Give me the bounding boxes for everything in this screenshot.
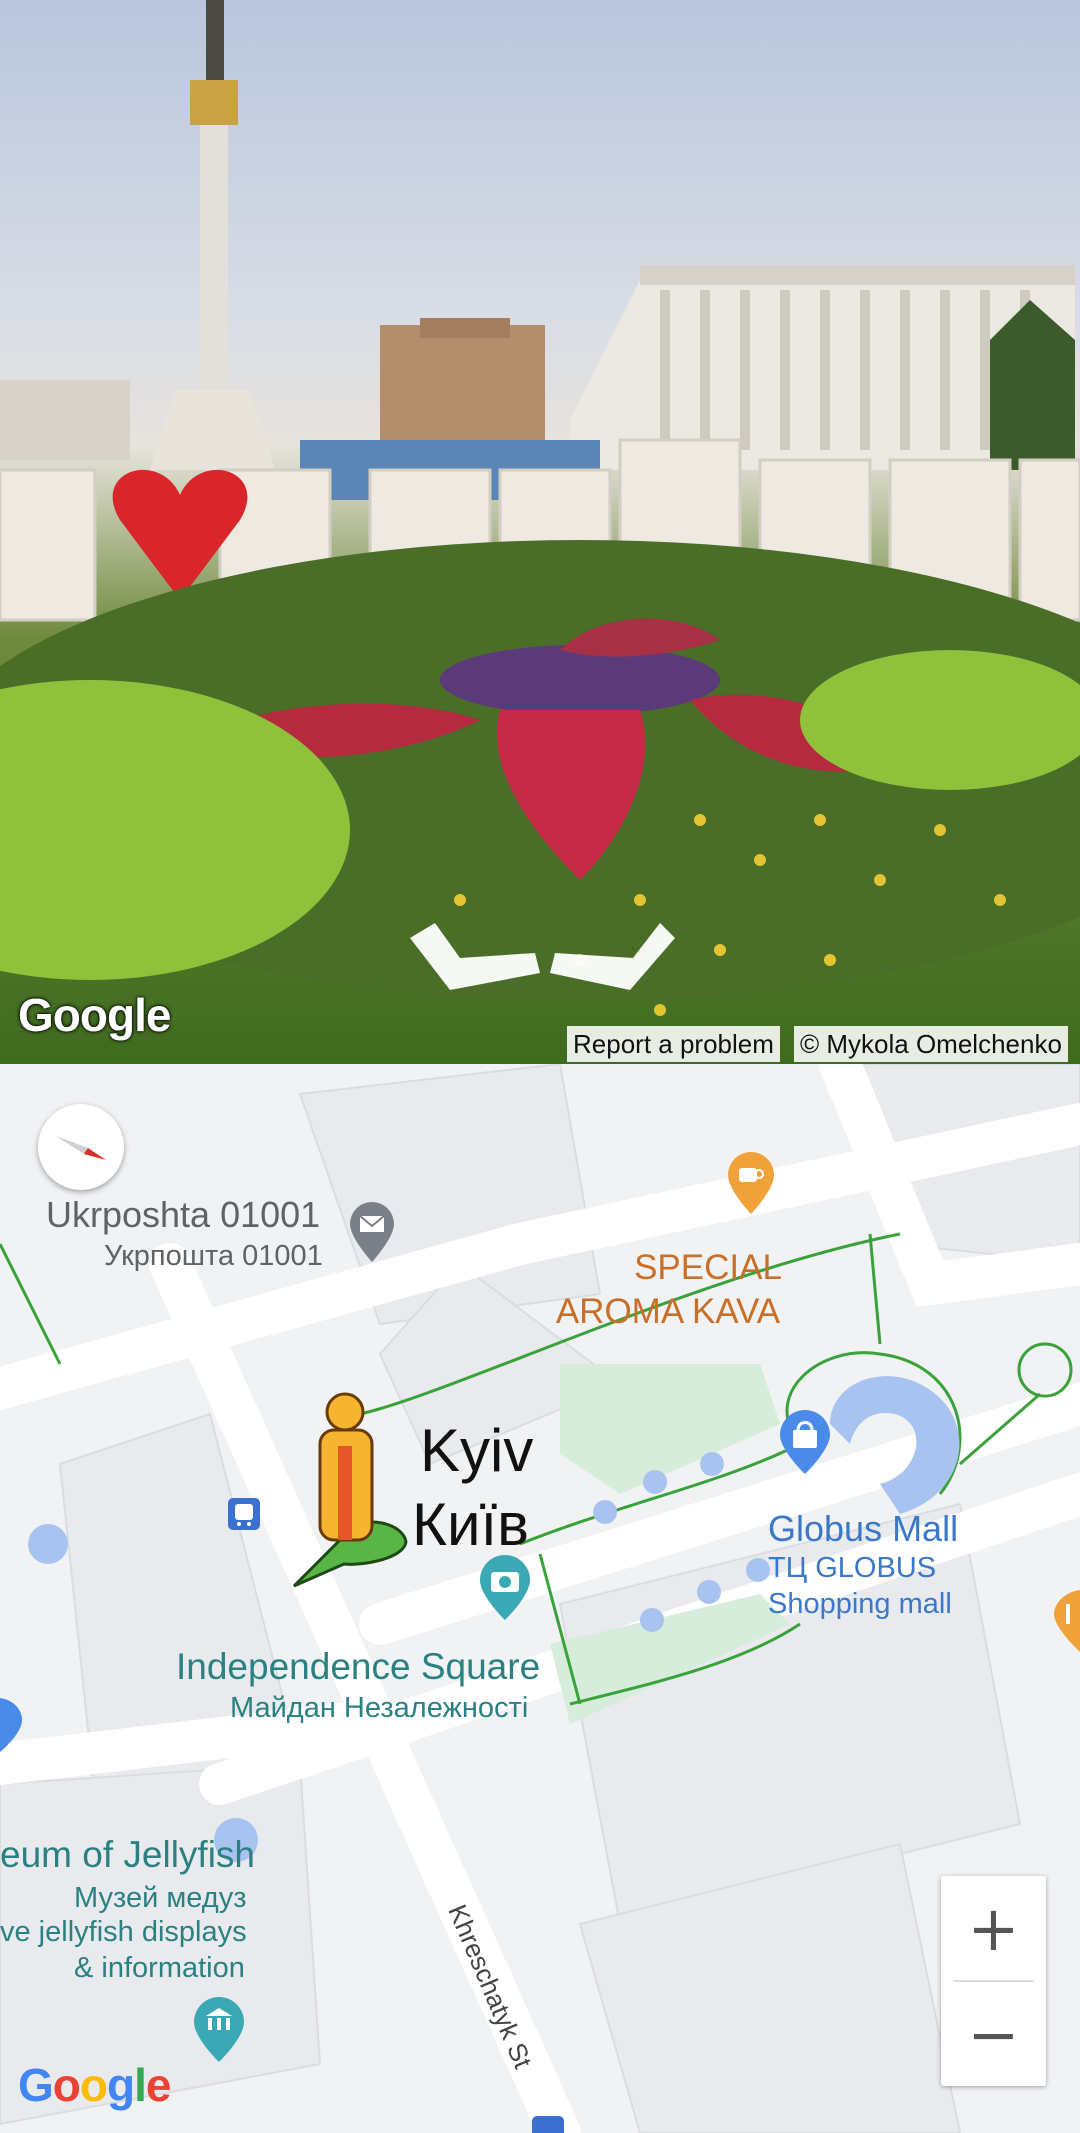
cafe-label-line2[interactable]: AROMA KAVA [508,1290,828,1334]
bus-stop-icon[interactable] [530,2114,566,2133]
map-view[interactable]: Ukrposhta 01001 Укрпошта 01001 SPECIAL A… [0,1064,1080,2133]
google-logo: Google [18,989,171,1041]
globus-mall-label[interactable]: Globus Mall [768,1508,958,1550]
camera-icon[interactable] [478,1554,532,1622]
zoom-out-button[interactable]: − [941,1982,1046,2086]
google-logo: Google [18,2058,172,2112]
cafe-label-line1[interactable]: SPECIAL [548,1246,868,1290]
google-logo-letter: g [107,2059,135,2111]
museum-description-2: & information [74,1952,245,1984]
zoom-in-button[interactable]: + [941,1876,1046,1980]
globus-mall-type: Shopping mall [768,1588,952,1620]
ukrposhta-label-uk: Укрпошта 01001 [104,1240,323,1272]
ukrposhta-label[interactable]: Ukrposhta 01001 [46,1194,320,1236]
pegman-icon[interactable] [284,1386,414,1594]
chevron-arrows-icon [410,923,675,990]
independence-square-label-uk: Майдан Незалежності [230,1692,529,1724]
globus-mall-label-uk: ТЦ GLOBUS [768,1552,937,1584]
city-label-uk: Київ [412,1491,530,1558]
shopping-bag-icon[interactable] [0,1694,24,1754]
navigation-arrows[interactable] [405,918,677,998]
coffee-icon[interactable] [726,1152,776,1216]
museum-icon[interactable] [192,1996,246,2064]
street-view-panorama[interactable]: Google Report a problem © Mykola Omelche… [0,0,1080,1064]
mail-icon[interactable] [348,1202,396,1264]
museum-description: ve jellyfish displays [0,1916,247,1948]
museum-label-uk: Музей медуз [74,1882,247,1914]
city-label: Kyiv [420,1417,534,1484]
shopping-bag-icon[interactable] [778,1410,832,1476]
independence-square-label[interactable]: Independence Square [176,1646,540,1688]
google-logo-letter: o [52,2059,81,2111]
photo-attribution[interactable]: © Mykola Omelchenko [794,1026,1068,1062]
bus-stop-icon[interactable] [226,1496,262,1532]
panorama-image [0,0,1080,1016]
compass-icon [56,1136,106,1160]
museum-label[interactable]: eum of Jellyfish [0,1834,255,1876]
google-logo-letter: G [18,2059,54,2111]
google-logo-letter: l [134,2059,147,2111]
google-logo-letter: e [145,2059,172,2111]
report-problem-link[interactable]: Report a problem [567,1026,780,1062]
compass-button[interactable] [38,1104,124,1190]
restaurant-icon[interactable] [1052,1588,1080,1654]
google-logo-letter: o [79,2059,108,2111]
zoom-controls: + − [941,1876,1046,2086]
